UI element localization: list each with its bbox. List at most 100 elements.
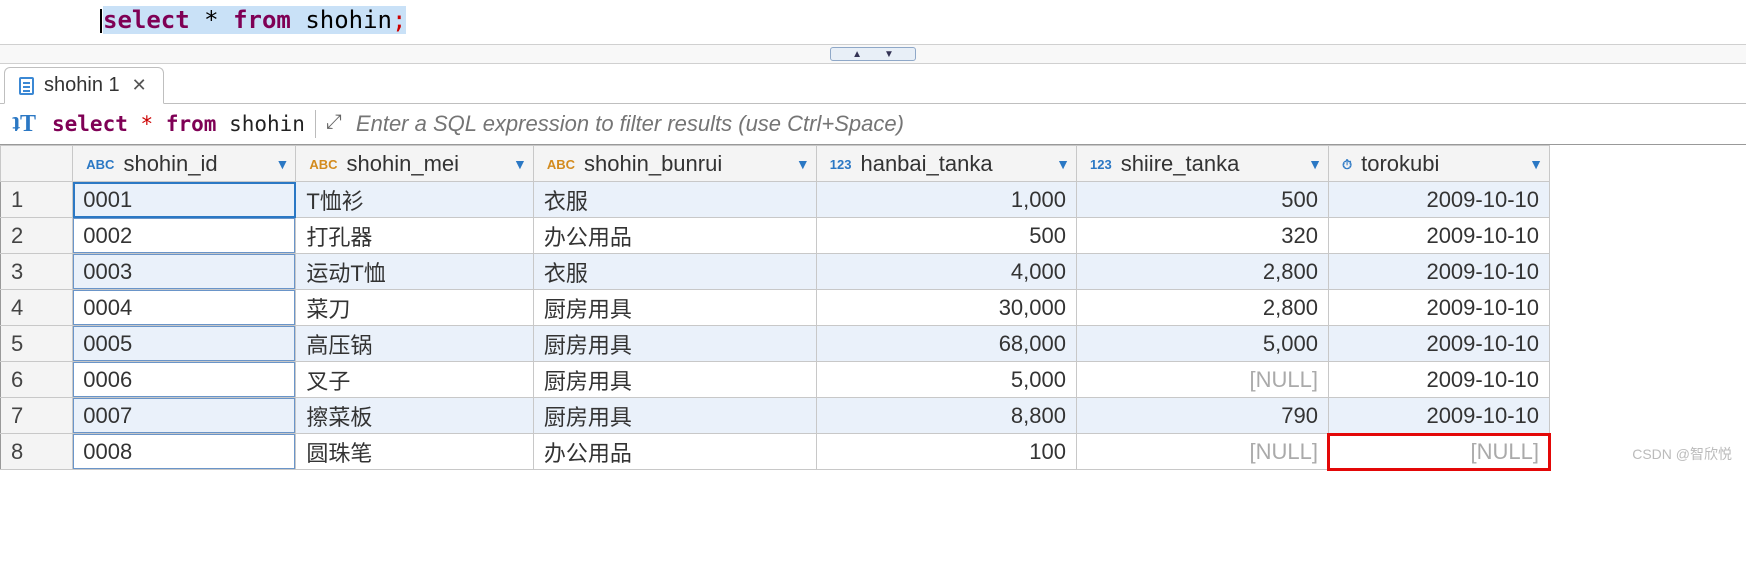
cell-shohin_bunrui[interactable]: 厨房用具 xyxy=(533,326,816,362)
row-number[interactable]: 6 xyxy=(1,362,73,398)
cell-shiire_tanka[interactable]: 320 xyxy=(1076,218,1328,254)
row-number[interactable]: 2 xyxy=(1,218,73,254)
number-type-icon: 123 xyxy=(827,156,855,173)
cell-hanbai_tanka[interactable]: 4,000 xyxy=(816,254,1076,290)
cell-torokubi[interactable]: 2009-10-10 xyxy=(1328,218,1549,254)
cell-shohin_mei[interactable]: 运动T恤 xyxy=(296,254,534,290)
column-header-shohin_id[interactable]: ABCshohin_id▼ xyxy=(73,146,296,182)
cell-shohin_bunrui[interactable]: 办公用品 xyxy=(533,218,816,254)
cell-hanbai_tanka[interactable]: 100 xyxy=(816,434,1076,470)
table-row[interactable]: 50005高压锅厨房用具68,0005,0002009-10-10 xyxy=(1,326,1550,362)
filter-input[interactable] xyxy=(356,111,1740,137)
table-row[interactable]: 80008圆珠笔办公用品100[NULL][NULL] xyxy=(1,434,1550,470)
cell-shohin_mei[interactable]: 打孔器 xyxy=(296,218,534,254)
expand-icon[interactable] xyxy=(326,114,346,134)
column-header-hanbai_tanka[interactable]: 123 hanbai_tanka ▼ xyxy=(816,146,1076,182)
column-label: torokubi xyxy=(1361,151,1439,176)
table-row[interactable]: 60006叉子厨房用具5,000[NULL]2009-10-10 xyxy=(1,362,1550,398)
table-row[interactable]: 40004菜刀厨房用具30,0002,8002009-10-10 xyxy=(1,290,1550,326)
chevron-down-icon[interactable]: ▼ xyxy=(1056,156,1070,172)
cell-shiire_tanka[interactable]: [NULL] xyxy=(1076,434,1328,470)
cell-shohin_bunrui[interactable]: 厨房用具 xyxy=(533,398,816,434)
watermark: CSDN @智欣悦 xyxy=(1632,444,1732,464)
cell-shohin_bunrui[interactable]: 厨房用具 xyxy=(533,362,816,398)
cell-shiire_tanka[interactable]: 2,800 xyxy=(1076,254,1328,290)
table-row[interactable]: 20002打孔器办公用品5003202009-10-10 xyxy=(1,218,1550,254)
cell-shohin_bunrui[interactable]: 衣服 xyxy=(533,254,816,290)
chevron-down-icon[interactable]: ▼ xyxy=(275,156,289,172)
text-type-icon: ABC xyxy=(544,156,578,173)
cell-torokubi[interactable]: 2009-10-10 xyxy=(1328,326,1549,362)
cell-shohin_id[interactable]: 0001 xyxy=(73,182,296,218)
cell-shohin_bunrui[interactable]: 办公用品 xyxy=(533,434,816,470)
cell-shohin_bunrui[interactable]: 衣服 xyxy=(533,182,816,218)
chevron-down-icon[interactable]: ▼ xyxy=(796,156,810,172)
cell-shohin_mei[interactable]: 擦菜板 xyxy=(296,398,534,434)
sql-keyword-select: select xyxy=(103,6,190,34)
row-number[interactable]: 1 xyxy=(1,182,73,218)
cell-shohin_id[interactable]: 0003 xyxy=(73,254,296,290)
cell-shohin_mei[interactable]: 高压锅 xyxy=(296,326,534,362)
cell-shohin_mei[interactable]: 圆珠笔 xyxy=(296,434,534,470)
cell-hanbai_tanka[interactable]: 5,000 xyxy=(816,362,1076,398)
pane-splitter[interactable]: ▲▼ xyxy=(0,44,1746,64)
cell-shohin_id[interactable]: 0006 xyxy=(73,362,296,398)
cell-shiire_tanka[interactable]: [NULL] xyxy=(1076,362,1328,398)
cell-torokubi[interactable]: 2009-10-10 xyxy=(1328,398,1549,434)
sql-editor[interactable]: select * from shohin; xyxy=(0,0,1746,44)
cell-torokubi[interactable]: 2009-10-10 xyxy=(1328,362,1549,398)
sigma-icon[interactable]: ʇT xyxy=(6,111,42,138)
chevron-down-icon[interactable]: ▼ xyxy=(1308,156,1322,172)
rownum-header[interactable] xyxy=(1,146,73,182)
row-number[interactable]: 8 xyxy=(1,434,73,470)
cell-hanbai_tanka[interactable]: 30,000 xyxy=(816,290,1076,326)
cell-shiire_tanka[interactable]: 790 xyxy=(1076,398,1328,434)
column-header-shohin_bunrui[interactable]: ABC shohin_bunrui ▼ xyxy=(533,146,816,182)
cell-hanbai_tanka[interactable]: 68,000 xyxy=(816,326,1076,362)
sql-star: * xyxy=(204,6,218,34)
cell-shiire_tanka[interactable]: 5,000 xyxy=(1076,326,1328,362)
result-tab-label: shohin 1 xyxy=(44,74,120,97)
column-header-shiire_tanka[interactable]: 123shiire_tanka▼ xyxy=(1076,146,1328,182)
column-header-shohin_mei[interactable]: ABC shohin_mei ▼ xyxy=(296,146,534,182)
column-label: shohin_bunrui xyxy=(584,151,722,176)
result-tab-shohin1[interactable]: shohin 1 ✕ xyxy=(4,67,164,104)
chevron-down-icon[interactable]: ▼ xyxy=(513,156,527,172)
cell-shohin_id[interactable]: 0005 xyxy=(73,326,296,362)
table-icon xyxy=(19,77,34,95)
cell-torokubi[interactable]: 2009-10-10 xyxy=(1328,254,1549,290)
cell-shohin_id[interactable]: 0007 xyxy=(73,398,296,434)
column-label: hanbai_tanka xyxy=(860,151,992,176)
table-row[interactable]: 70007擦菜板厨房用具8,8007902009-10-10 xyxy=(1,398,1550,434)
cell-shohin_mei[interactable]: 叉子 xyxy=(296,362,534,398)
table-row[interactable]: 10001T恤衫衣服1,0005002009-10-10 xyxy=(1,182,1550,218)
result-tabbar: shohin 1 ✕ xyxy=(0,64,1746,104)
text-type-icon: ABC xyxy=(306,156,340,173)
cell-shohin_id[interactable]: 0008 xyxy=(73,434,296,470)
cell-shohin_mei[interactable]: 菜刀 xyxy=(296,290,534,326)
divider xyxy=(315,110,316,138)
cell-hanbai_tanka[interactable]: 1,000 xyxy=(816,182,1076,218)
cell-shohin_id[interactable]: 0002 xyxy=(73,218,296,254)
cell-shiire_tanka[interactable]: 500 xyxy=(1076,182,1328,218)
close-icon[interactable]: ✕ xyxy=(130,75,149,96)
cell-shohin_id[interactable]: 0004 xyxy=(73,290,296,326)
column-header-torokubi[interactable]: ⏱torokubi▼ xyxy=(1328,146,1549,182)
cell-torokubi[interactable]: 2009-10-10 xyxy=(1328,182,1549,218)
results-grid: ABCshohin_id▼ ABC shohin_mei ▼ ABC shohin_bun… xyxy=(0,144,1746,470)
cell-torokubi[interactable]: 2009-10-10 xyxy=(1328,290,1549,326)
chevron-down-icon[interactable]: ▼ xyxy=(1529,156,1543,172)
row-number[interactable]: 5 xyxy=(1,326,73,362)
cell-torokubi[interactable]: [NULL] xyxy=(1328,434,1549,470)
cell-shohin_mei[interactable]: T恤衫 xyxy=(296,182,534,218)
cell-shohin_bunrui[interactable]: 厨房用具 xyxy=(533,290,816,326)
cell-hanbai_tanka[interactable]: 500 xyxy=(816,218,1076,254)
row-number[interactable]: 3 xyxy=(1,254,73,290)
row-number[interactable]: 7 xyxy=(1,398,73,434)
column-label: shohin_mei xyxy=(347,151,460,176)
table-row[interactable]: 30003运动T恤衣服4,0002,8002009-10-10 xyxy=(1,254,1550,290)
splitter-grip[interactable]: ▲▼ xyxy=(830,47,916,61)
cell-shiire_tanka[interactable]: 2,800 xyxy=(1076,290,1328,326)
row-number[interactable]: 4 xyxy=(1,290,73,326)
cell-hanbai_tanka[interactable]: 8,800 xyxy=(816,398,1076,434)
